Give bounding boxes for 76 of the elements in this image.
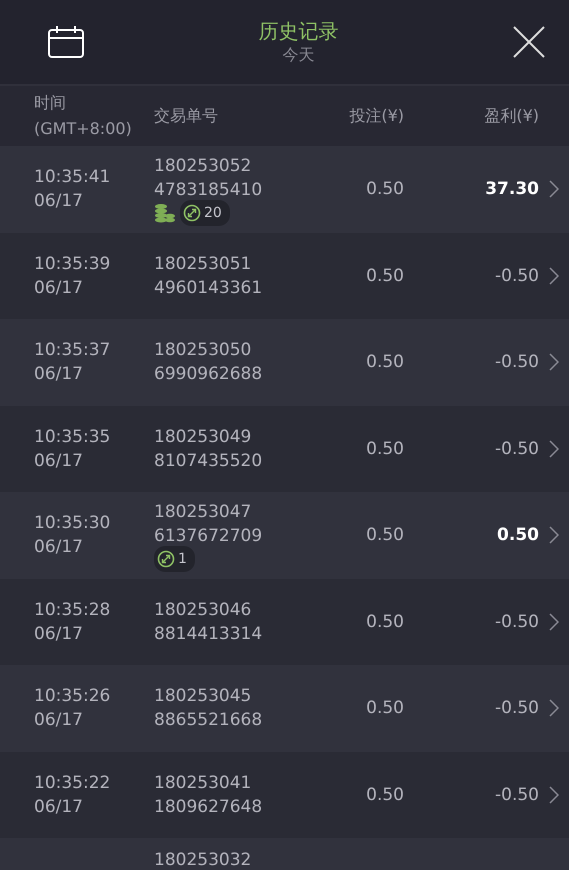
chevron-icon[interactable] — [549, 612, 559, 631]
profit-cell-text: 37.30 — [484, 179, 539, 200]
order-number: 180253046 — [154, 598, 252, 622]
profit-cell-text: -0.50 — [494, 612, 539, 632]
profit-cell-text: -0.50 — [494, 438, 539, 459]
order-number: 180253051 — [154, 252, 252, 276]
history-row[interactable]: 10:35:28 06/17 180253046 8814413314 0.50 -0.50 — [0, 578, 569, 665]
bet-cell-text: 0.50 — [365, 784, 404, 805]
chevron-icon[interactable] — [549, 180, 559, 198]
order-number: 180253049 — [154, 426, 252, 449]
profit-cell-text: 0.50 — [496, 525, 539, 546]
order-number: 8865521668 — [154, 709, 264, 732]
order-number: 1809627648 — [154, 796, 264, 819]
order-number: 6990962688 — [154, 363, 264, 386]
profit-cell-text: -0.50 — [494, 698, 539, 718]
chevron-icon[interactable] — [549, 786, 559, 804]
order-number: 180253050 — [154, 339, 252, 362]
column-header: 交易单号 — [154, 106, 219, 126]
bet-cell-text: 0.50 — [365, 352, 404, 372]
order-number: 180253045 — [154, 685, 252, 708]
time-cell-text: 10:35:37 — [34, 339, 112, 362]
history-row[interactable]: 180253032 — [0, 838, 569, 870]
column-header: 盈利(¥) — [483, 106, 539, 126]
date-cell-text: 06/17 — [34, 450, 84, 473]
date-cell-text: 06/17 — [34, 276, 84, 300]
bet-cell-text: 0.50 — [365, 438, 404, 459]
time-cell-text: 10:35:30 — [34, 512, 112, 536]
history-row[interactable]: 10:35:35 06/17 180253049 8107435520 0.50 -0.50 — [0, 406, 569, 492]
time-cell-text: 10:35:41 — [34, 166, 112, 190]
chevron-icon[interactable] — [549, 526, 559, 544]
profit-cell-text: -0.50 — [494, 784, 539, 805]
close-icon[interactable] — [513, 26, 545, 58]
bet-cell-text: 0.50 — [365, 612, 404, 632]
calendar-icon[interactable] — [48, 26, 84, 58]
time-cell-text: 10:35:22 — [34, 772, 112, 795]
history-row[interactable]: 10:35:39 06/17 180253051 4960143361 0.50 -0.50 — [0, 232, 569, 319]
date-cell-text: 06/17 — [34, 363, 84, 386]
chevron-icon[interactable] — [549, 699, 559, 718]
date-cell-text: 06/17 — [34, 796, 84, 819]
bet-cell-text: 0.50 — [365, 698, 404, 718]
order-number: 180253032 — [154, 849, 252, 870]
date-cell-text: 06/17 — [34, 536, 84, 560]
bet-cell-text: 0.50 — [365, 179, 404, 200]
history-row[interactable]: 10:35:41 06/17 180253052 4783185410 20 0.50 37.30 — [0, 146, 569, 232]
order-number: 180253047 — [154, 501, 252, 524]
time-cell-text: 10:35:28 — [34, 598, 112, 622]
profit-cell-text: -0.50 — [494, 266, 539, 286]
order-number: 8107435520 — [154, 450, 264, 473]
history-row[interactable]: 10:35:26 06/17 180253045 8865521668 0.50 -0.50 — [0, 665, 569, 752]
time-cell-text: 10:35:35 — [34, 426, 112, 449]
history-row[interactable]: 10:35:22 06/17 180253041 1809627648 0.50 -0.50 — [0, 752, 569, 838]
time-cell-text: 10:35:26 — [34, 685, 112, 708]
date-cell-text: 06/17 — [34, 190, 84, 214]
order-number: 4960143361 — [154, 276, 264, 300]
chevron-icon[interactable] — [549, 266, 559, 285]
free-spins-badge: 20 — [180, 200, 230, 226]
order-number: 8814413314 — [154, 622, 264, 646]
history-row[interactable]: 10:35:30 06/17 180253047 6137672709 1 0.50 0.50 — [0, 492, 569, 578]
window-title: 历史记录 — [258, 18, 338, 45]
date-cell-text: 06/17 — [34, 622, 84, 646]
order-number: 4783185410 — [154, 179, 264, 202]
time-cell-text: 10:35:39 — [34, 252, 112, 276]
date-cell-text: 06/17 — [34, 709, 84, 732]
history-row[interactable]: 10:35:37 06/17 180253050 6990962688 0.50 -0.50 — [0, 319, 569, 406]
bet-cell-text: 0.50 — [365, 266, 404, 286]
order-number: 180253052 — [154, 155, 252, 178]
profit-cell-text: -0.50 — [494, 352, 539, 372]
bet-cell-text: 0.50 — [365, 525, 404, 546]
order-number: 180253041 — [154, 772, 252, 795]
date-filter-label: 今天 — [282, 45, 314, 66]
order-number: 6137672709 — [154, 525, 264, 548]
free-spins-badge: 1 — [154, 546, 195, 572]
chevron-icon[interactable] — [549, 353, 559, 372]
column-header: 投注(¥) — [348, 106, 404, 126]
chevron-icon[interactable] — [549, 440, 559, 458]
column-header: 时间 (GMT+8:00) — [34, 92, 133, 140]
